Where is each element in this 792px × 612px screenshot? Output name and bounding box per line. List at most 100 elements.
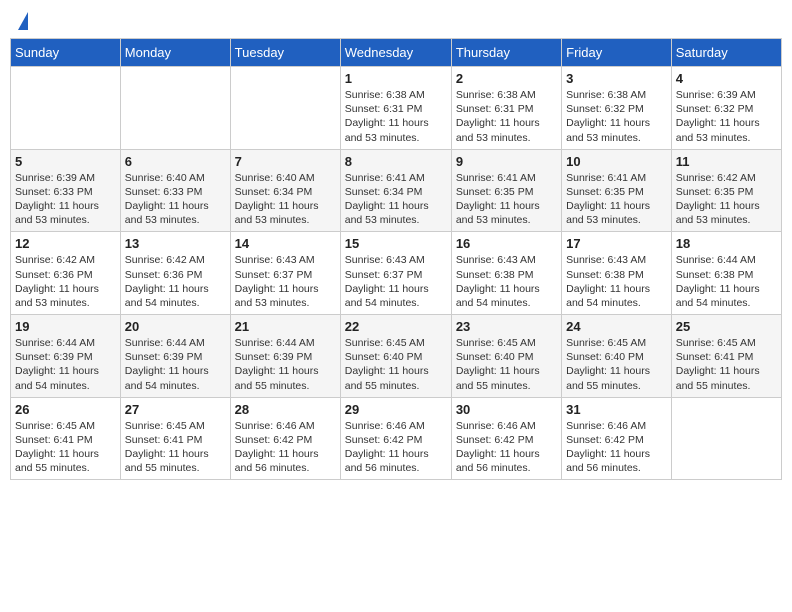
calendar-cell: 12Sunrise: 6:42 AMSunset: 6:36 PMDayligh…	[11, 232, 121, 315]
day-number: 10	[566, 154, 667, 169]
calendar-table: SundayMondayTuesdayWednesdayThursdayFrid…	[10, 38, 782, 480]
calendar-cell: 22 Sunrise: 6:45 AMSunset: 6:40 PMDayligh…	[340, 315, 451, 398]
day-number: 17	[566, 236, 667, 251]
calendar-cell: 24 Sunrise: 6:45 AMSunset: 6:40 PMDayligh…	[562, 315, 672, 398]
calendar-week-row: 5 Sunrise: 6:39 AMSunset: 6:33 PMDaylight…	[11, 149, 782, 232]
day-number: 19	[15, 319, 116, 334]
day-number: 22	[345, 319, 447, 334]
day-info: Sunrise: 6:45 AMSunset: 6:41 PMDaylight:…	[125, 419, 226, 476]
calendar-cell: 14Sunrise: 6:43 AMSunset: 6:37 PMDayligh…	[230, 232, 340, 315]
calendar-cell: 10Sunrise: 6:41 AMSunset: 6:35 PMDayligh…	[562, 149, 672, 232]
calendar-header-row: SundayMondayTuesdayWednesdayThursdayFrid…	[11, 39, 782, 67]
day-info: Sunrise: 6:42 AMSunset: 6:36 PMDaylight:…	[125, 253, 226, 310]
day-number: 3	[566, 71, 667, 86]
calendar-cell	[230, 67, 340, 150]
day-number: 26	[15, 402, 116, 417]
day-info: Sunrise: 6:46 AMSunset: 6:42 PMDaylight:…	[456, 419, 557, 476]
day-info: Sunrise: 6:44 AMSunset: 6:39 PMDaylight:…	[125, 336, 226, 393]
day-number: 25	[676, 319, 777, 334]
day-number: 31	[566, 402, 667, 417]
calendar-week-row: 19 Sunrise: 6:44 AMSunset: 6:39 PMDayligh…	[11, 315, 782, 398]
day-number: 5	[15, 154, 116, 169]
calendar-cell	[120, 67, 230, 150]
calendar-cell: 23 Sunrise: 6:45 AMSunset: 6:40 PMDayligh…	[451, 315, 561, 398]
weekday-header-saturday: Saturday	[671, 39, 781, 67]
calendar-cell: 19 Sunrise: 6:44 AMSunset: 6:39 PMDayligh…	[11, 315, 121, 398]
calendar-cell: 28 Sunrise: 6:46 AMSunset: 6:42 PMDayligh…	[230, 397, 340, 480]
weekday-header-wednesday: Wednesday	[340, 39, 451, 67]
day-info: Sunrise: 6:46 AMSunset: 6:42 PMDaylight:…	[345, 419, 447, 476]
day-number: 9	[456, 154, 557, 169]
day-info: Sunrise: 6:41 AMSunset: 6:35 PMDaylight:…	[456, 171, 557, 228]
day-info: Sunrise: 6:43 AMSunset: 6:37 PMDaylight:…	[345, 253, 447, 310]
day-number: 21	[235, 319, 336, 334]
calendar-week-row: 12 Sunrise: 6:42 AMSunset: 6:36 PMDayligh…	[11, 232, 782, 315]
day-info: Sunrise: 6:43 AMSunset: 6:38 PMDaylight:…	[456, 253, 557, 310]
day-number: 23	[456, 319, 557, 334]
day-info: Sunrise: 6:38 AMSunset: 6:32 PMDaylight:…	[566, 88, 667, 145]
day-info: Sunrise: 6:45 AMSunset: 6:40 PMDaylight:…	[566, 336, 667, 393]
calendar-cell: 20 Sunrise: 6:44 AMSunset: 6:39 PMDayligh…	[120, 315, 230, 398]
logo-triangle-icon	[18, 12, 28, 30]
calendar-cell: 29Sunrise: 6:46 AMSunset: 6:42 PMDayligh…	[340, 397, 451, 480]
day-number: 28	[235, 402, 336, 417]
day-info: Sunrise: 6:44 AMSunset: 6:38 PMDaylight:…	[676, 253, 777, 310]
day-info: Sunrise: 6:46 AMSunset: 6:42 PMDaylight:…	[235, 419, 336, 476]
calendar-cell: 1 Sunrise: 6:38 AMSunset: 6:31 PMDaylight…	[340, 67, 451, 150]
calendar-cell: 27 Sunrise: 6:45 AMSunset: 6:41 PMDayligh…	[120, 397, 230, 480]
calendar-cell: 7Sunrise: 6:40 AMSunset: 6:34 PMDaylight…	[230, 149, 340, 232]
calendar-cell: 26 Sunrise: 6:45 AMSunset: 6:41 PMDayligh…	[11, 397, 121, 480]
day-number: 30	[456, 402, 557, 417]
page-header	[10, 10, 782, 30]
day-number: 7	[235, 154, 336, 169]
day-info: Sunrise: 6:38 AMSunset: 6:31 PMDaylight:…	[345, 88, 447, 145]
calendar-cell: 9 Sunrise: 6:41 AMSunset: 6:35 PMDaylight…	[451, 149, 561, 232]
calendar-cell: 31 Sunrise: 6:46 AMSunset: 6:42 PMDayligh…	[562, 397, 672, 480]
day-info: Sunrise: 6:46 AMSunset: 6:42 PMDaylight:…	[566, 419, 667, 476]
day-number: 1	[345, 71, 447, 86]
day-number: 15	[345, 236, 447, 251]
weekday-header-tuesday: Tuesday	[230, 39, 340, 67]
weekday-header-thursday: Thursday	[451, 39, 561, 67]
day-info: Sunrise: 6:45 AMSunset: 6:41 PMDaylight:…	[15, 419, 116, 476]
day-info: Sunrise: 6:39 AMSunset: 6:33 PMDaylight:…	[15, 171, 116, 228]
day-info: Sunrise: 6:38 AMSunset: 6:31 PMDaylight:…	[456, 88, 557, 145]
calendar-cell: 17 Sunrise: 6:43 AMSunset: 6:38 PMDayligh…	[562, 232, 672, 315]
day-info: Sunrise: 6:44 AMSunset: 6:39 PMDaylight:…	[235, 336, 336, 393]
day-info: Sunrise: 6:41 AMSunset: 6:34 PMDaylight:…	[345, 171, 447, 228]
day-number: 14	[235, 236, 336, 251]
day-number: 6	[125, 154, 226, 169]
calendar-week-row: 1 Sunrise: 6:38 AMSunset: 6:31 PMDaylight…	[11, 67, 782, 150]
calendar-cell: 5 Sunrise: 6:39 AMSunset: 6:33 PMDaylight…	[11, 149, 121, 232]
day-info: Sunrise: 6:45 AMSunset: 6:40 PMDaylight:…	[456, 336, 557, 393]
calendar-cell: 3 Sunrise: 6:38 AMSunset: 6:32 PMDaylight…	[562, 67, 672, 150]
day-number: 11	[676, 154, 777, 169]
day-number: 20	[125, 319, 226, 334]
day-info: Sunrise: 6:44 AMSunset: 6:39 PMDaylight:…	[15, 336, 116, 393]
calendar-week-row: 26 Sunrise: 6:45 AMSunset: 6:41 PMDayligh…	[11, 397, 782, 480]
logo	[14, 10, 28, 30]
day-info: Sunrise: 6:45 AMSunset: 6:40 PMDaylight:…	[345, 336, 447, 393]
calendar-cell: 21 Sunrise: 6:44 AMSunset: 6:39 PMDayligh…	[230, 315, 340, 398]
day-number: 18	[676, 236, 777, 251]
weekday-header-friday: Friday	[562, 39, 672, 67]
day-number: 13	[125, 236, 226, 251]
day-info: Sunrise: 6:45 AMSunset: 6:41 PMDaylight:…	[676, 336, 777, 393]
day-number: 24	[566, 319, 667, 334]
calendar-cell: 15 Sunrise: 6:43 AMSunset: 6:37 PMDayligh…	[340, 232, 451, 315]
calendar-cell: 4Sunrise: 6:39 AMSunset: 6:32 PMDaylight…	[671, 67, 781, 150]
calendar-cell: 8 Sunrise: 6:41 AMSunset: 6:34 PMDaylight…	[340, 149, 451, 232]
day-number: 8	[345, 154, 447, 169]
calendar-cell: 6 Sunrise: 6:40 AMSunset: 6:33 PMDaylight…	[120, 149, 230, 232]
weekday-header-sunday: Sunday	[11, 39, 121, 67]
calendar-cell	[11, 67, 121, 150]
calendar-cell: 30 Sunrise: 6:46 AMSunset: 6:42 PMDayligh…	[451, 397, 561, 480]
day-number: 2	[456, 71, 557, 86]
calendar-cell: 16Sunrise: 6:43 AMSunset: 6:38 PMDayligh…	[451, 232, 561, 315]
calendar-cell: 13 Sunrise: 6:42 AMSunset: 6:36 PMDayligh…	[120, 232, 230, 315]
day-info: Sunrise: 6:43 AMSunset: 6:38 PMDaylight:…	[566, 253, 667, 310]
day-info: Sunrise: 6:40 AMSunset: 6:33 PMDaylight:…	[125, 171, 226, 228]
day-number: 4	[676, 71, 777, 86]
day-number: 12	[15, 236, 116, 251]
day-number: 27	[125, 402, 226, 417]
